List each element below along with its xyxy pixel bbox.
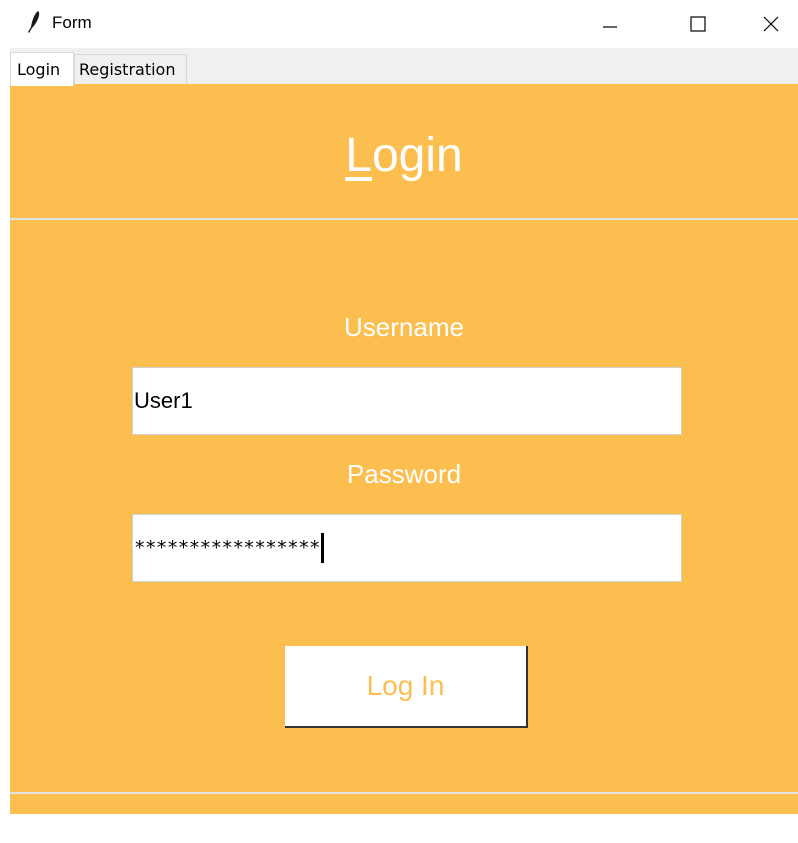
password-input[interactable]: ***************** [132, 514, 682, 582]
username-label: Username [344, 312, 464, 342]
text-caret [320, 533, 324, 563]
close-button[interactable] [738, 0, 798, 48]
minimize-icon [603, 26, 617, 28]
minimize-button[interactable] [577, 0, 643, 48]
login-panel: Login Username User1 Password **********… [10, 84, 798, 814]
password-label: Password [346, 459, 462, 489]
top-separator [10, 218, 798, 220]
page-title: Login [10, 128, 798, 183]
tab-login[interactable]: Login [10, 52, 74, 86]
close-icon [763, 16, 779, 32]
tab-registration[interactable]: Registration [74, 54, 187, 84]
heading-mnemonic-letter: L [345, 129, 372, 182]
feather-icon [28, 11, 40, 33]
maximize-icon [690, 16, 706, 32]
tab-strip: Login Registration [10, 48, 798, 86]
title-bar[interactable]: Form [0, 0, 798, 48]
window-title: Form [52, 13, 92, 32]
username-input[interactable]: User1 [132, 367, 682, 435]
heading-rest: ogin [371, 129, 463, 182]
bottom-separator [10, 792, 798, 794]
username-value: User1 [134, 388, 193, 413]
form-window: Form Login Registration Login Username U… [0, 0, 798, 843]
maximize-button[interactable] [665, 0, 731, 48]
log-in-button[interactable]: Log In [285, 646, 528, 728]
password-value: ***************** [134, 537, 320, 559]
